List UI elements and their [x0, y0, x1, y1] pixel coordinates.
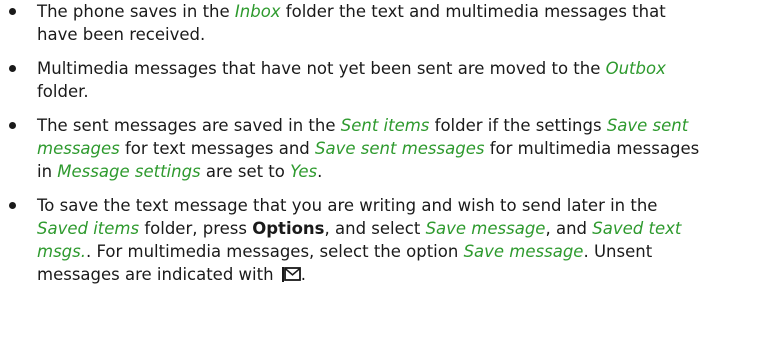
text-run: Multimedia messages that have not yet be… — [37, 59, 606, 78]
bullet-dot — [9, 8, 16, 15]
saved-text-term: Saved text — [592, 219, 682, 238]
text-run: folder, press — [139, 219, 253, 238]
document-page: The phone saves in the Inbox folder the … — [0, 0, 757, 344]
text-run: . — [300, 265, 307, 284]
save-message-term: Save message — [425, 219, 546, 238]
text-line: The sent messages are saved in the Sent … — [37, 114, 688, 137]
text-run: folder the text and multimedia messages … — [280, 2, 666, 21]
text-line: msgs.. For multimedia messages, select t… — [37, 240, 652, 263]
outbox-term: Outbox — [605, 59, 666, 78]
options-key-label: Options — [252, 219, 325, 238]
inbox-term: Inbox — [234, 2, 281, 21]
text-line: The phone saves in the Inbox folder the … — [37, 0, 666, 23]
text-run: . Unsent — [583, 242, 653, 261]
text-run: . — [317, 162, 323, 181]
envelope-icon — [281, 264, 301, 284]
text-line: messages are indicated with . — [37, 263, 306, 286]
save-message-term: Save message — [463, 242, 584, 261]
msgs-term: msgs. — [37, 242, 86, 261]
text-run: To save the text message that you are wr… — [37, 196, 658, 215]
text-line: messages for text messages and Save sent… — [37, 137, 699, 160]
text-run: are set to — [200, 162, 291, 181]
text-line: folder. — [37, 80, 89, 103]
text-run: , and — [545, 219, 593, 238]
text-line: have been received. — [37, 23, 205, 46]
text-line: To save the text message that you are wr… — [37, 194, 657, 217]
bullet-dot — [9, 122, 16, 129]
text-run: folder. — [37, 82, 89, 101]
saved-items-term: Saved items — [37, 219, 140, 238]
text-line: Multimedia messages that have not yet be… — [37, 57, 666, 80]
bullet-dot — [9, 65, 16, 72]
yes-term: Yes — [290, 162, 318, 181]
sent-items-term: Sent items — [340, 116, 430, 135]
save-sent-messages-term: Save sent messages — [315, 139, 485, 158]
text-run: for multimedia messages — [484, 139, 700, 158]
message-settings-term: Message settings — [57, 162, 201, 181]
save-sent-term: Save sent — [606, 116, 689, 135]
text-run: for text messages and — [119, 139, 316, 158]
messages-term: messages — [37, 139, 120, 158]
text-line: Saved items folder, press Options, and s… — [37, 217, 681, 240]
text-run: , and select — [324, 219, 426, 238]
text-line: in Message settings are set to Yes. — [37, 160, 322, 183]
text-run: in — [37, 162, 58, 181]
text-run: have been received. — [37, 25, 206, 44]
bullet-dot — [9, 202, 16, 209]
text-run: The sent messages are saved in the — [37, 116, 341, 135]
text-run: The phone saves in the — [37, 2, 235, 21]
text-run: messages are indicated with — [37, 265, 279, 284]
text-run: . For multimedia messages, select the op… — [85, 242, 464, 261]
text-run: folder if the settings — [429, 116, 607, 135]
